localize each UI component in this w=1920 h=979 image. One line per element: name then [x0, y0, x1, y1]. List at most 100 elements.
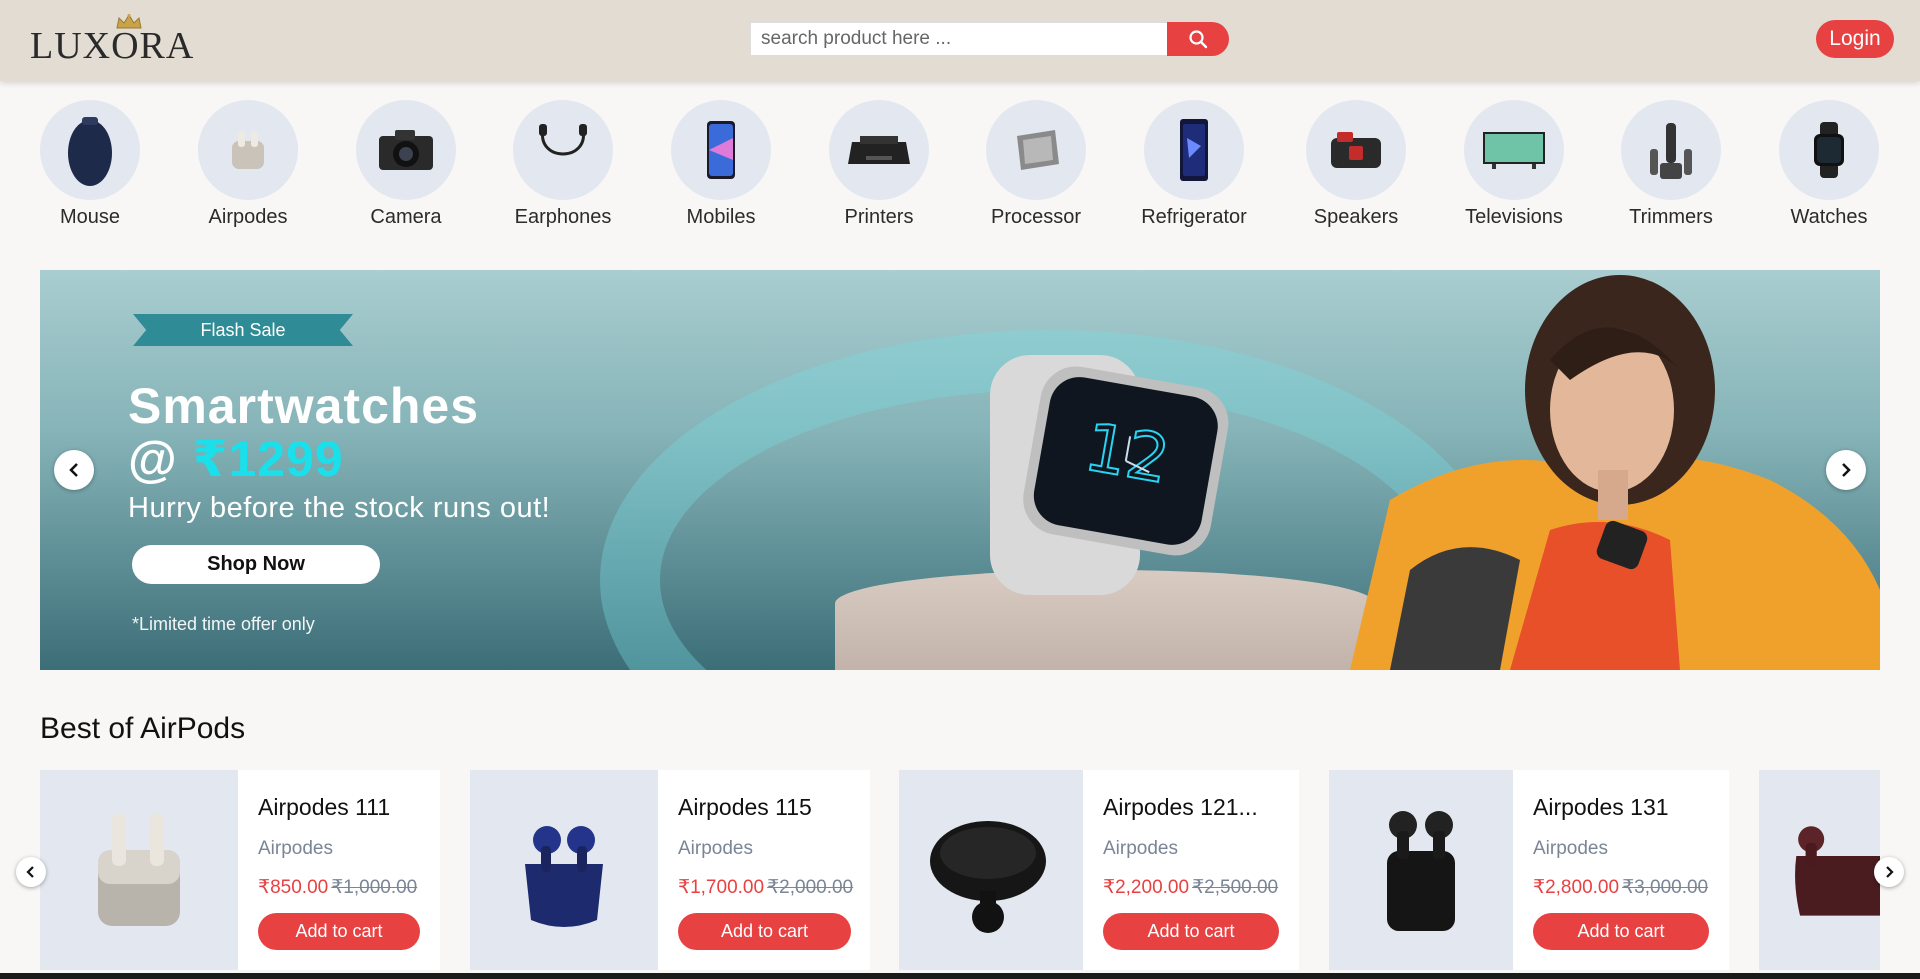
category-label: Printers	[844, 206, 914, 228]
product-card[interactable]: Airpodes 131 Airpodes ₹2,800.00 ₹3,000.00…	[1329, 770, 1729, 970]
category-processor[interactable]: Processor	[961, 100, 1111, 229]
mouse-icon	[40, 100, 140, 200]
logo-text: LUXORA	[30, 25, 195, 67]
chevron-left-icon	[69, 463, 78, 477]
airpods-icon	[1795, 826, 1880, 916]
category-trimmers[interactable]: Trimmers	[1596, 100, 1746, 229]
products-next-button[interactable]	[1874, 857, 1904, 887]
banner-price: @ ₹1299	[128, 430, 344, 488]
shop-now-button[interactable]: Shop Now	[132, 545, 380, 584]
banner-next-button[interactable]	[1826, 450, 1866, 490]
television-icon	[1464, 100, 1564, 200]
product-prices: ₹2,800.00 ₹3,000.00	[1533, 876, 1729, 899]
category-televisions[interactable]: Televisions	[1439, 100, 1589, 229]
chevron-left-icon	[26, 866, 34, 878]
banner-price-prefix: @	[128, 431, 193, 487]
category-camera[interactable]: Camera	[331, 100, 481, 229]
category-bar: Mouse Airpodes Camera Earphones Mobiles …	[0, 100, 1920, 230]
search-input[interactable]	[750, 22, 1168, 56]
product-image	[1759, 770, 1880, 970]
category-label: Mobiles	[686, 206, 756, 228]
category-mouse[interactable]: Mouse	[15, 100, 165, 229]
mobile-icon	[671, 100, 771, 200]
product-brand: Airpodes	[678, 838, 753, 859]
trimmer-icon	[1621, 100, 1721, 200]
product-brand: Airpodes	[1533, 838, 1608, 859]
search-button[interactable]	[1167, 22, 1229, 56]
product-image	[899, 770, 1083, 970]
product-image	[1329, 770, 1513, 970]
product-carousel: Airpodes 111 Airpodes ₹850.00 ₹1,000.00 A…	[40, 770, 1880, 970]
category-label: Processor	[990, 206, 1082, 228]
category-speakers[interactable]: Speakers	[1281, 100, 1431, 229]
product-name[interactable]: Airpodes 115	[678, 794, 870, 821]
hero-banner[interactable]: 12 Flash Sale Smartwatches @ ₹1299 Hurry…	[40, 270, 1880, 670]
banner-price-value: ₹1299	[192, 431, 344, 487]
luxora-logo[interactable]: LUXORA	[30, 14, 200, 67]
category-watches[interactable]: Watches	[1754, 100, 1904, 229]
add-to-cart-button[interactable]: Add to cart	[678, 913, 851, 950]
speaker-icon	[1306, 100, 1406, 200]
product-info: Airpodes 121... Airpodes ₹2,200.00 ₹2,500…	[1083, 770, 1299, 970]
category-mobiles[interactable]: Mobiles	[646, 100, 796, 229]
product-name[interactable]: Airpodes 131	[1533, 794, 1729, 821]
product-old-price: ₹2,500.00	[1192, 877, 1279, 898]
camera-icon	[356, 100, 456, 200]
product-price: ₹2,200.00	[1103, 877, 1190, 898]
product-price: ₹2,800.00	[1533, 877, 1620, 898]
category-label: Earphones	[514, 206, 612, 228]
airpods-icon	[930, 821, 1046, 933]
section-title: Best of AirPods	[40, 712, 246, 745]
category-earphones[interactable]: Earphones	[488, 100, 638, 229]
category-refrigerator[interactable]: Refrigerator	[1119, 100, 1269, 229]
model-photo	[1350, 275, 1880, 670]
product-card[interactable]	[1759, 770, 1880, 970]
banner-prev-button[interactable]	[54, 450, 94, 490]
category-label: Camera	[370, 206, 442, 228]
category-label: Mouse	[59, 206, 121, 228]
product-prices: ₹850.00 ₹1,000.00	[258, 876, 440, 899]
product-brand: Airpodes	[258, 838, 333, 859]
refrigerator-icon	[1144, 100, 1244, 200]
printer-icon	[829, 100, 929, 200]
category-label: Airpodes	[208, 206, 288, 228]
product-old-price: ₹2,000.00	[767, 877, 854, 898]
product-price: ₹850.00	[258, 877, 329, 898]
products-prev-button[interactable]	[16, 857, 46, 887]
category-printers[interactable]: Printers	[804, 100, 954, 229]
category-label: Trimmers	[1629, 206, 1713, 228]
category-label: Watches	[1790, 206, 1868, 228]
product-card[interactable]: Airpodes 115 Airpodes ₹1,700.00 ₹2,000.00…	[470, 770, 870, 970]
product-image	[470, 770, 658, 970]
product-old-price: ₹1,000.00	[331, 877, 418, 898]
product-info: Airpodes 115 Airpodes ₹1,700.00 ₹2,000.00…	[658, 770, 870, 970]
product-info: Airpodes 131 Airpodes ₹2,800.00 ₹3,000.00…	[1513, 770, 1729, 970]
add-to-cart-button[interactable]: Add to cart	[258, 913, 420, 950]
flash-sale-tag: Flash Sale	[133, 314, 353, 346]
category-label: Televisions	[1465, 206, 1563, 228]
product-card[interactable]: Airpodes 121... Airpodes ₹2,200.00 ₹2,500…	[899, 770, 1299, 970]
product-price: ₹1,700.00	[678, 877, 765, 898]
chevron-right-icon	[1886, 866, 1894, 878]
category-label: Speakers	[1313, 206, 1399, 228]
add-to-cart-button[interactable]: Add to cart	[1103, 913, 1279, 950]
banner-disclaimer: *Limited time offer only	[132, 614, 315, 634]
login-button[interactable]: Login	[1816, 20, 1894, 58]
add-to-cart-button[interactable]: Add to cart	[1533, 913, 1709, 950]
product-card[interactable]: Airpodes 111 Airpodes ₹850.00 ₹1,000.00 A…	[40, 770, 440, 970]
airpods-icon	[98, 814, 180, 926]
airpods-icon	[1387, 811, 1455, 931]
product-brand: Airpodes	[1103, 838, 1178, 859]
product-name[interactable]: Airpodes 121...	[1103, 794, 1299, 821]
header: LUXORA Login	[0, 0, 1920, 81]
category-airpodes[interactable]: Airpodes	[173, 100, 323, 229]
watch-icon	[1779, 100, 1879, 200]
airpods-icon	[198, 100, 298, 200]
search-icon	[1189, 30, 1208, 49]
product-name[interactable]: Airpodes 111	[258, 794, 440, 821]
banner-subline: Hurry before the stock runs out!	[128, 492, 551, 524]
bottom-edge	[0, 973, 1920, 979]
product-image	[40, 770, 238, 970]
processor-icon	[986, 100, 1086, 200]
product-prices: ₹2,200.00 ₹2,500.00	[1103, 876, 1299, 899]
